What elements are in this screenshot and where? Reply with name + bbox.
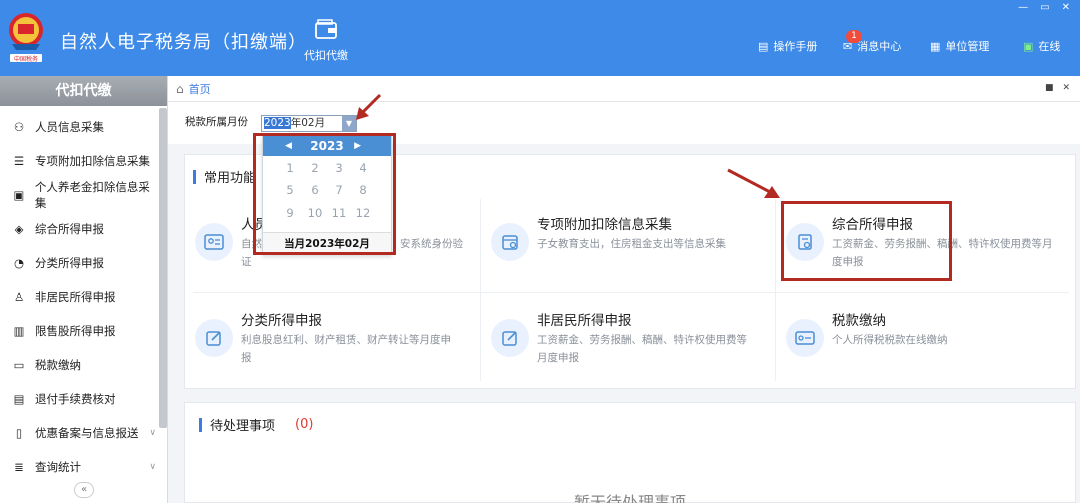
query-icon: ≣ xyxy=(14,460,24,474)
annotation-arrow xyxy=(356,93,382,120)
list-icon: ☰ xyxy=(13,154,25,168)
common-functions-title: 常用功能 xyxy=(193,167,256,186)
sidebar-title: 代扣代缴 xyxy=(0,76,167,106)
sidebar-item-pension[interactable]: ▣ 个人养老金扣除信息采集 xyxy=(0,180,160,210)
pie-icon: ◔ xyxy=(13,256,25,270)
manual-button[interactable]: ▤ 操作手册 xyxy=(758,38,817,54)
unit-mgmt-button[interactable]: ▦ 单位管理 xyxy=(930,38,989,54)
file-icon: ▯ xyxy=(15,426,23,440)
annotation-box-calendar xyxy=(253,133,396,255)
id-card-icon xyxy=(195,223,233,261)
month-label: 税款所属月份 xyxy=(185,116,248,128)
building-icon: ▦ xyxy=(930,39,941,53)
nav-daikou-label: 代扣代缴 xyxy=(304,49,348,62)
card-nonresident-income[interactable]: 非居民所得申报 工资薪金、劳务报酬、稿酬、特许权使用费等 月度申报 xyxy=(481,295,775,385)
app-header: 中国税务 自然人电子税务局（扣缴端） 代扣代缴 — ▭ ✕ ▤ 操作手册 ✉ 消… xyxy=(0,0,1080,76)
sidebar: 代扣代缴 ⚇ 人员信息采集 ☰ 专项附加扣除信息采集 ▣ 个人养老金扣除信息采集… xyxy=(0,76,168,503)
close-icon[interactable]: ✕ xyxy=(1062,2,1070,13)
online-status[interactable]: ▣ 在线 xyxy=(1023,38,1060,54)
tax-emblem-logo: 中国税务 xyxy=(6,6,46,66)
person-outline-icon: ♙ xyxy=(13,290,25,304)
sidebar-item-restricted-shares[interactable]: ▥ 限售股所得申报 xyxy=(0,316,160,346)
payment-icon xyxy=(786,319,824,357)
person-icon: ⚇ xyxy=(13,120,25,134)
calendar-check-icon xyxy=(491,223,529,261)
chevron-down-icon: ∨ xyxy=(149,428,156,438)
edit-icon xyxy=(195,319,233,357)
svg-text:中国税务: 中国税务 xyxy=(14,55,38,63)
folder-icon: ▭ xyxy=(13,358,25,372)
pending-panel: 待处理事项 (0) 暂无待处理事项 xyxy=(184,402,1076,503)
chevron-down-icon: ∨ xyxy=(149,462,156,472)
manual-icon: ▤ xyxy=(758,39,769,53)
card-tax-payment[interactable]: 税款缴纳 个人所得税税款在线缴纳 xyxy=(776,295,1071,385)
minimize-icon[interactable]: — xyxy=(1018,2,1028,13)
sidebar-item-classified[interactable]: ◔ 分类所得申报 xyxy=(0,248,160,278)
bar-chart-icon: ▥ xyxy=(13,324,25,338)
monitor-check-icon: ▣ xyxy=(1023,39,1034,53)
nav-daikou-button[interactable]: 代扣代缴 xyxy=(296,18,356,63)
pending-count: (0) xyxy=(295,417,314,432)
restore-icon[interactable]: ■ xyxy=(1045,83,1054,93)
home-icon[interactable]: ⌂ xyxy=(176,82,184,96)
breadcrumb: ⌂ 首页 ■ ✕ xyxy=(168,76,1080,102)
sidebar-item-special-deduction[interactable]: ☰ 专项附加扣除信息采集 xyxy=(0,146,160,176)
layers-icon: ◈ xyxy=(14,222,24,236)
pending-empty-text: 暂无待处理事项 xyxy=(573,493,686,503)
breadcrumb-home[interactable]: 首页 xyxy=(189,81,211,97)
sidebar-item-personnel[interactable]: ⚇ 人员信息采集 xyxy=(0,112,160,142)
sidebar-item-query[interactable]: ≣ 查询统计 ∨ xyxy=(0,452,160,482)
annotation-arrow xyxy=(727,168,780,198)
sidebar-scrollbar[interactable] xyxy=(159,108,167,428)
sidebar-item-preferential[interactable]: ▯ 优惠备案与信息报送 ∨ xyxy=(0,418,160,448)
close-tab-icon[interactable]: ✕ xyxy=(1062,83,1070,93)
sidebar-item-nonresident[interactable]: ♙ 非居民所得申报 xyxy=(0,282,160,312)
collapse-sidebar-button[interactable]: « xyxy=(74,482,94,498)
annotation-box-comprehensive xyxy=(781,201,952,281)
sidebar-item-refund-fee[interactable]: ▤ 退付手续费核对 xyxy=(0,384,160,414)
panel-controls: ■ ✕ xyxy=(1045,83,1070,93)
window-controls: — ▭ ✕ xyxy=(1018,2,1070,13)
pending-title: 待处理事项 (0) xyxy=(199,415,313,434)
document-icon: ▤ xyxy=(13,392,25,406)
message-badge: 1 xyxy=(846,30,862,43)
sidebar-item-comprehensive[interactable]: ◈ 综合所得申报 xyxy=(0,214,160,244)
edit-icon xyxy=(491,319,529,357)
wallet-icon xyxy=(315,19,337,39)
app-title: 自然人电子税务局（扣缴端） xyxy=(60,32,307,53)
card-classified-income[interactable]: 分类所得申报 利息股息红利、财产租赁、财产转让等月度申报 xyxy=(185,295,480,385)
card-special-deduction[interactable]: 专项附加扣除信息采集 子女教育支出，住房租金支出等信息采集 xyxy=(481,199,775,289)
maximize-icon[interactable]: ▭ xyxy=(1040,2,1049,13)
sidebar-item-tax-payment[interactable]: ▭ 税款缴纳 xyxy=(0,350,160,380)
pension-icon: ▣ xyxy=(13,188,25,202)
month-input[interactable]: 2023年02月 ▼ xyxy=(261,115,357,132)
